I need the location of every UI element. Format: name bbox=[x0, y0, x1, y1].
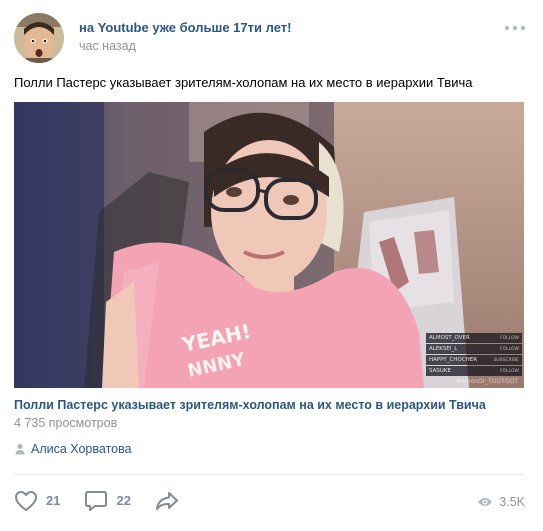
author-name[interactable]: на Youtube уже больше 17ти лет! bbox=[79, 20, 291, 36]
share-icon bbox=[155, 492, 178, 510]
more-options-icon[interactable] bbox=[503, 22, 527, 34]
post-text: Полли Пастерс указывает зрителям-холопам… bbox=[14, 75, 473, 90]
video-view-count: 4 735 просмотров bbox=[14, 416, 118, 430]
video-title-link[interactable]: Полли Пастерс указывает зрителям-холопам… bbox=[14, 397, 486, 413]
divider bbox=[14, 474, 524, 475]
author-avatar[interactable] bbox=[14, 13, 64, 63]
comment-button[interactable]: 22 bbox=[84, 490, 131, 512]
share-button[interactable] bbox=[155, 490, 179, 512]
post-views: 3.5K bbox=[477, 494, 525, 510]
chat-row: SASUKE FOLLOW bbox=[426, 366, 522, 376]
dot bbox=[505, 26, 509, 30]
like-button[interactable]: 21 bbox=[14, 490, 60, 512]
post-time[interactable]: час назад bbox=[79, 38, 136, 54]
post-actions: 21 22 bbox=[14, 488, 203, 514]
post-signer[interactable]: Алиса Хорватова bbox=[14, 441, 132, 457]
stream-chat-overlay: ALMOST_OVER FOLLOW ALEKSEI_L FOLLOW HAPP… bbox=[426, 333, 522, 377]
chat-user: HAPPY_CHOCHER bbox=[429, 357, 478, 363]
video-thumbnail[interactable]: YEAH! NNNY ALMOST_OVER FOLLOW ALEKSEI_L … bbox=[14, 102, 524, 388]
chat-row: HAPPY_CHOCHER SUBSCRIBE bbox=[426, 355, 522, 365]
chat-row: ALMOST_OVER FOLLOW bbox=[426, 333, 522, 343]
dot bbox=[521, 26, 525, 30]
eye-icon bbox=[478, 498, 493, 506]
signer-name: Алиса Хорватова bbox=[31, 442, 132, 456]
user-icon bbox=[15, 444, 25, 455]
chat-action: SUBSCRIBE bbox=[493, 357, 519, 363]
chat-row: ALEKSEI_L FOLLOW bbox=[426, 344, 522, 354]
chat-action: FOLLOW bbox=[500, 368, 519, 374]
chat-action: FOLLOW bbox=[500, 335, 519, 341]
chat-user: ALEKSEI_L bbox=[429, 346, 458, 352]
comment-icon bbox=[85, 491, 108, 511]
chat-action: FOLLOW bbox=[500, 346, 519, 352]
wall-post: на Youtube уже больше 17ти лет! час наза… bbox=[0, 0, 543, 531]
comment-count: 22 bbox=[116, 493, 131, 508]
views-count: 3.5K bbox=[499, 495, 525, 509]
chat-user: SASUKE bbox=[429, 368, 451, 374]
dot bbox=[513, 26, 517, 30]
stream-watermark: #nmonOr_TOOTOOT bbox=[455, 378, 518, 385]
heart-icon bbox=[15, 491, 37, 511]
like-count: 21 bbox=[46, 493, 61, 508]
chat-user: ALMOST_OVER bbox=[429, 335, 470, 341]
